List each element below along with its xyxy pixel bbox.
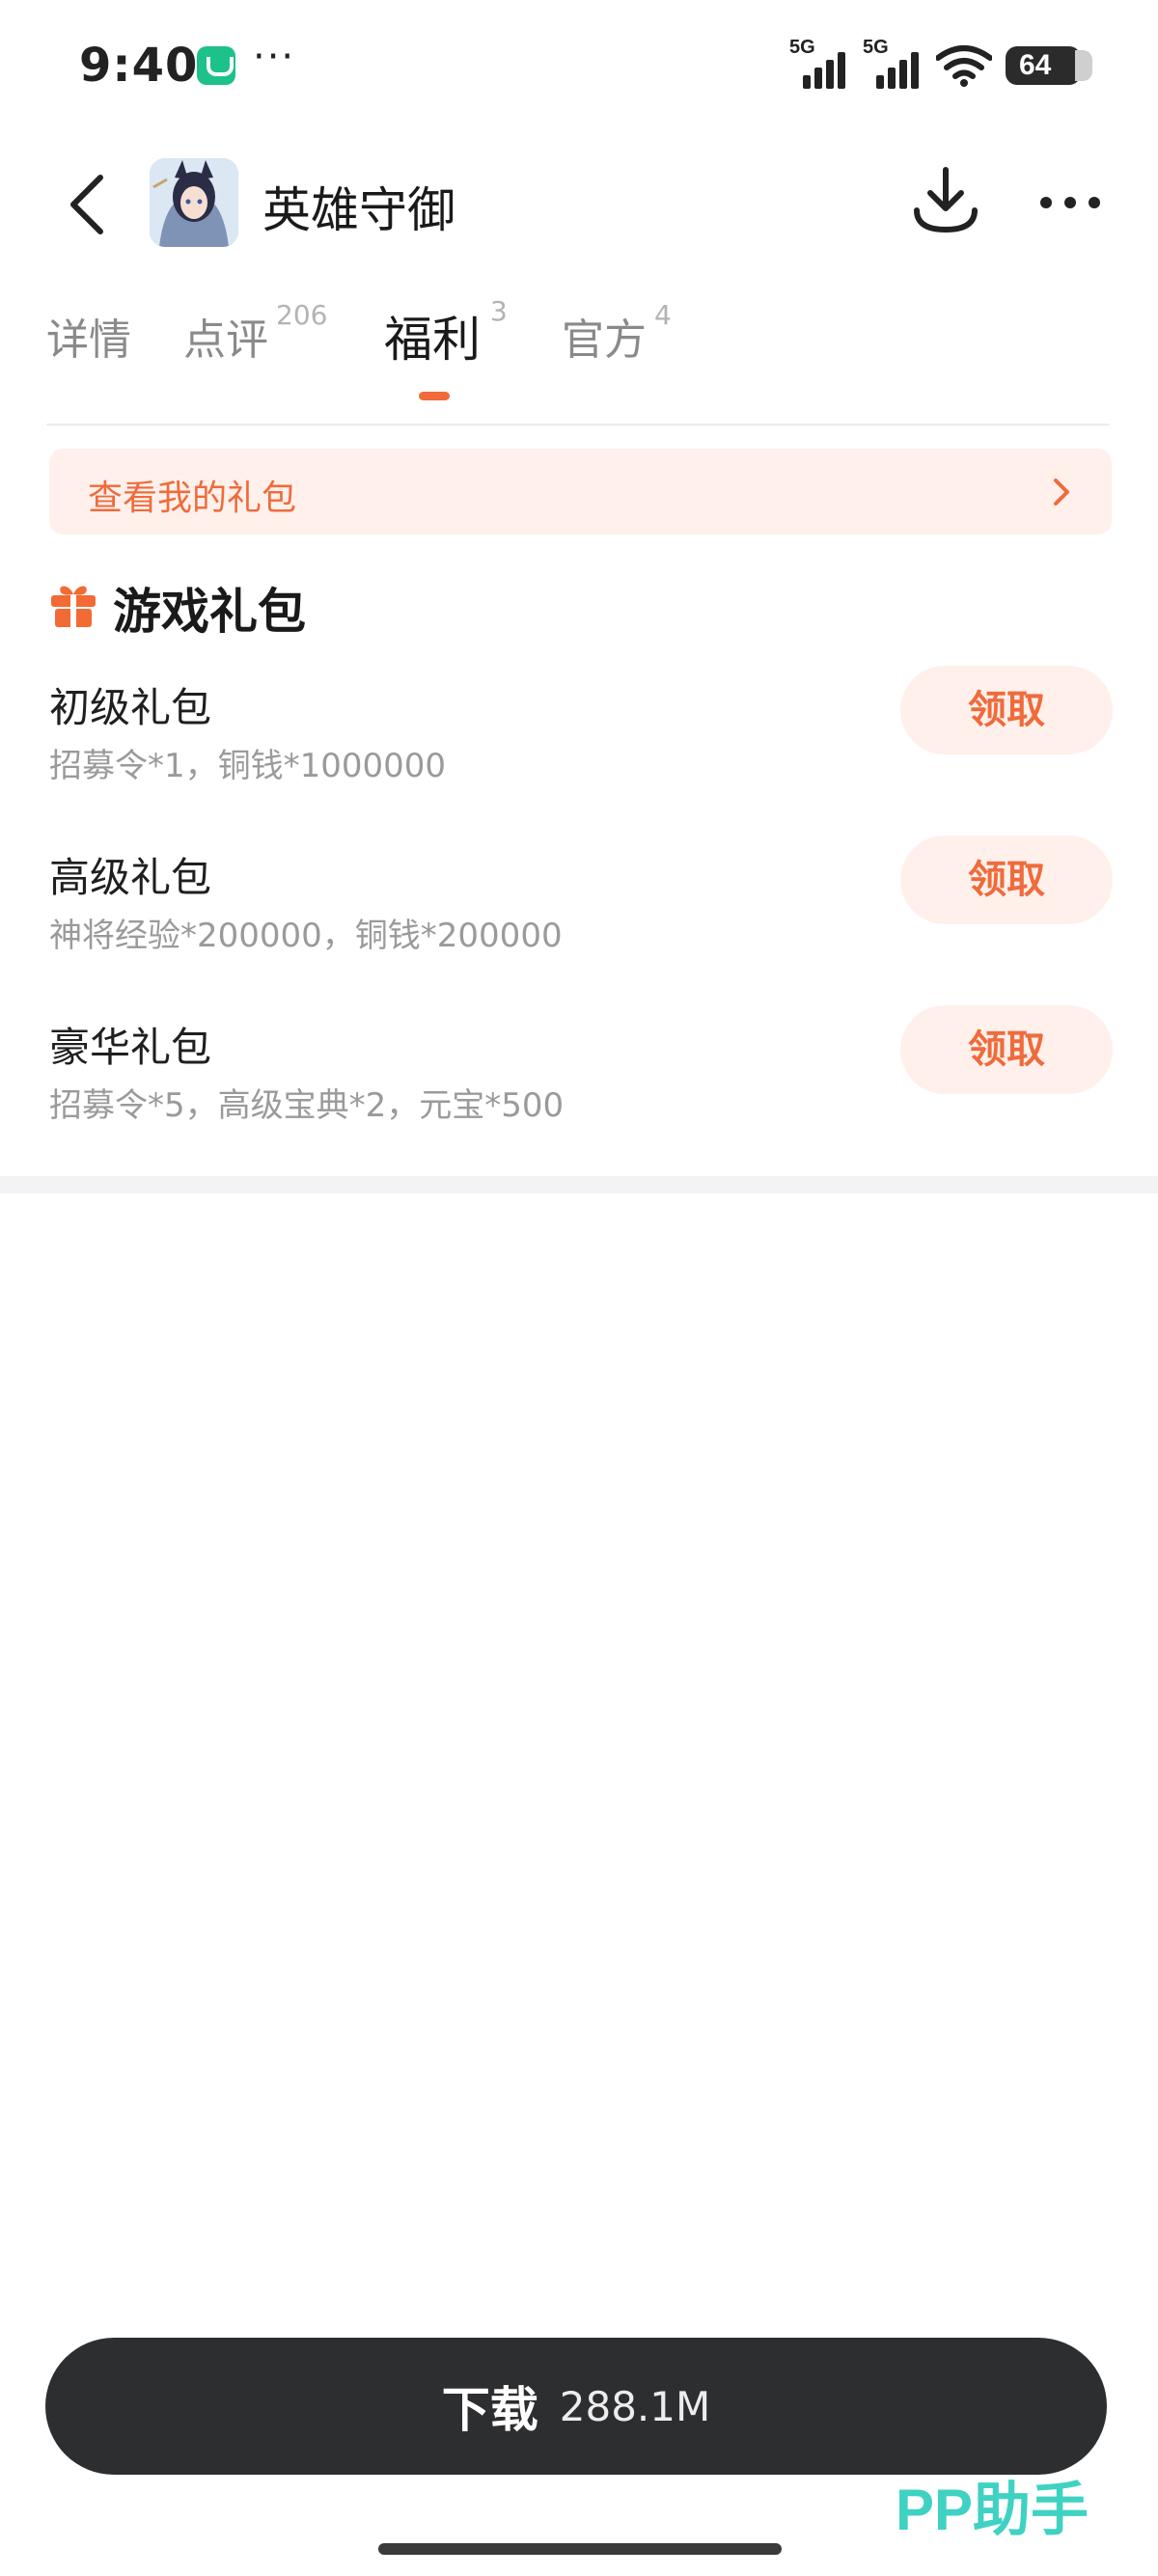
svg-text:PP助手: PP助手 [896,2478,1089,2542]
tab-reviews[interactable]: 点评 206 [183,299,327,411]
app-icon [150,158,238,247]
tab-count: 206 [276,299,328,331]
tab-count: 3 [490,295,508,327]
claim-button[interactable]: 领取 [900,666,1113,754]
status-more-dots: ··· [253,35,296,79]
status-indicators: 5G 5G 64 [789,37,1092,95]
pack-description: 神将经验*200000，铜钱*200000 [49,917,563,955]
divider [46,424,1110,425]
status-bar: 9:40 ··· 5G 5G 64 [0,0,1158,135]
home-indicator[interactable] [378,2543,782,2555]
download-button[interactable]: 下载 288.1M [45,2338,1107,2475]
tab-label: 详情 [46,315,131,365]
tab-label: 官方 [562,315,647,365]
signal-label: 5G [863,37,889,58]
download-label: 下载 [441,2382,538,2438]
tab-details[interactable]: 详情 [46,305,131,411]
tab-count: 4 [654,299,672,331]
wifi-icon [936,45,992,87]
pack-description: 招募令*5，高级宝典*2，元宝*500 [49,1086,565,1125]
battery-icon: 64 [1006,46,1092,85]
app-title: 英雄守御 [262,182,455,238]
my-gifts-label: 查看我的礼包 [88,479,297,518]
status-time: 9:40 [79,39,199,93]
gift-pack-item: 初级礼包 招募令*1，铜钱*1000000 领取 [49,666,1113,810]
claim-button[interactable]: 领取 [900,1005,1113,1094]
tab-bar: 详情 点评 206 福利 3 官方 4 [46,295,1108,421]
more-dots-icon[interactable] [1038,178,1102,228]
download-icon[interactable] [911,162,980,239]
tab-label: 福利 [384,312,481,368]
chevron-left-icon[interactable] [60,170,118,239]
pack-name: 豪华礼包 [49,1024,212,1071]
download-size: 288.1M [559,2382,711,2430]
gift-icon [51,586,96,627]
battery-level: 64 [1019,49,1052,81]
pack-description: 招募令*1，铜钱*1000000 [49,747,447,785]
active-tab-indicator [419,392,450,400]
pp-assistant-watermark-logo: PP助手 [896,2478,1089,2542]
gift-pack-item: 高级礼包 神将经验*200000，铜钱*200000 领取 [49,836,1113,980]
claim-button[interactable]: 领取 [900,836,1113,924]
pack-name: 高级礼包 [49,854,212,901]
my-gifts-link[interactable]: 查看我的礼包 [49,449,1112,534]
tab-label: 点评 [183,315,268,365]
section-separator [0,1176,1158,1193]
signal-icon: 5G [789,37,849,91]
app-header: 英雄守御 [0,145,1158,264]
section-title: 游戏礼包 [113,584,306,640]
chevron-right-icon [1054,479,1069,506]
signal-icon: 5G [863,37,923,91]
tab-official[interactable]: 官方 4 [562,299,672,411]
mi-app-icon [197,46,235,85]
gift-pack-item: 豪华礼包 招募令*5，高级宝典*2，元宝*500 领取 [49,1005,1113,1150]
pack-name: 初级礼包 [49,684,212,731]
signal-label: 5G [789,37,815,58]
